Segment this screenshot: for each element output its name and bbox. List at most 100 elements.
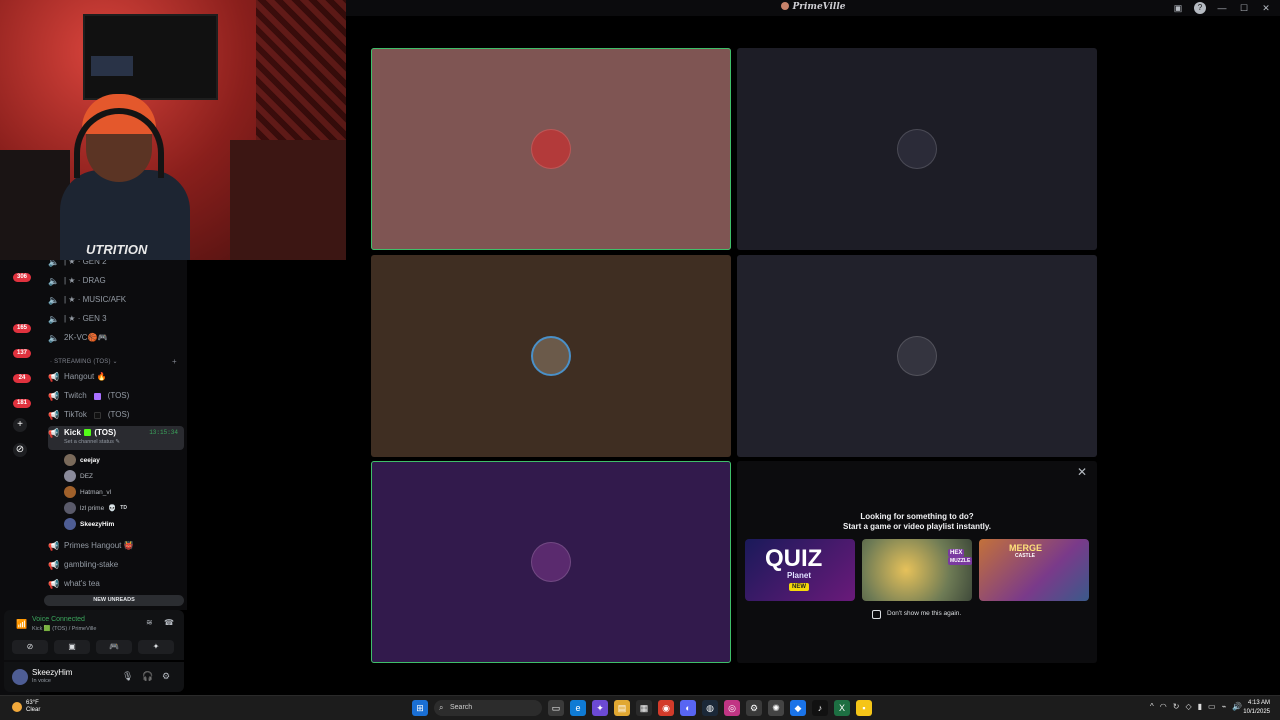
- channel-list: 🔈 | ★ · GEN 2 🔈 | ★ · DRAG 🔈 | ★ · MUSIC/AF…: [40, 260, 187, 610]
- display-icon[interactable]: ▭: [1208, 702, 1216, 711]
- add-server-icon[interactable]: +: [13, 418, 27, 432]
- voice-channel-gen2[interactable]: 🔈 | ★ · GEN 2: [48, 260, 184, 271]
- activity-heading: Looking for something to do?: [860, 512, 974, 521]
- stage-channel-kick-active[interactable]: 📢 Kick (TOS) 13:15:34 Set a channel stat…: [48, 426, 184, 450]
- set-channel-status[interactable]: Set a channel status ✎: [64, 438, 120, 446]
- weather-widget[interactable]: 63°F Clear: [12, 700, 40, 714]
- server-badge-5: 24: [13, 374, 31, 383]
- tiktok-icon[interactable]: ♪: [812, 700, 828, 716]
- user-avatar[interactable]: [12, 669, 28, 685]
- channel-label: what's tea: [64, 579, 100, 588]
- maximize-icon[interactable]: ☐: [1238, 2, 1250, 14]
- activity-button[interactable]: 🎮: [96, 640, 132, 654]
- tile-dez[interactable]: [737, 48, 1097, 250]
- stage-channel-primes-hangout[interactable]: 📢 Primes Hangout 👹: [48, 537, 184, 555]
- excel-icon[interactable]: X: [834, 700, 850, 716]
- avatar: [64, 454, 76, 466]
- windows-start-icon[interactable]: ⊞: [412, 700, 428, 716]
- tile-ceejay[interactable]: [371, 48, 731, 250]
- voice-member-skeezyhim[interactable]: SkeezyHim: [64, 517, 114, 531]
- voice-status[interactable]: Voice Connected: [32, 616, 85, 623]
- member-name: DEZ: [80, 472, 93, 480]
- microphone-icon[interactable]: 🎙: [122, 671, 133, 682]
- inbox-icon[interactable]: ▣: [1172, 2, 1184, 14]
- system-clock[interactable]: 4:13 AM 10/1/2025: [1243, 699, 1270, 717]
- tile-skeezyhim[interactable]: [371, 461, 731, 663]
- stage-channel-tiktok[interactable]: 📢 TikTok (TOS): [48, 406, 184, 424]
- title-bar: PrimeVille ▣ ? — ☐ ✕: [346, 0, 1280, 16]
- stage-channel-twitch[interactable]: 📢 Twitch (TOS): [48, 387, 184, 405]
- avatar: [897, 336, 937, 376]
- disconnect-icon[interactable]: ☎: [164, 618, 174, 627]
- app-icon[interactable]: ◆: [790, 700, 806, 716]
- folder-icon[interactable]: [13, 290, 27, 304]
- discover-icon[interactable]: ⊘: [13, 443, 27, 457]
- discord-icon[interactable]: ◐: [680, 700, 696, 716]
- channel-suffix: (TOS): [107, 410, 130, 419]
- voice-channel-drag[interactable]: 🔈 | ★ · DRAG: [48, 272, 184, 290]
- new-unreads-button[interactable]: NEW UNREADS: [44, 595, 184, 606]
- soundboard-button[interactable]: ✦: [138, 640, 174, 654]
- tile-hatman[interactable]: [371, 255, 731, 457]
- store-icon[interactable]: ▦: [636, 700, 652, 716]
- shield-icon[interactable]: ◇: [1185, 702, 1191, 711]
- screen-share-button[interactable]: ▣: [54, 640, 90, 654]
- voice-member-ceejay[interactable]: ceejay: [64, 453, 100, 467]
- voice-channel-music[interactable]: 🔈 | ★ · MUSIC/AFK: [48, 291, 184, 309]
- edge-icon[interactable]: e: [570, 700, 586, 716]
- dont-show-label[interactable]: Don't show me this again.: [887, 610, 961, 617]
- task-view-icon[interactable]: ▭: [548, 700, 564, 716]
- channel-label: | ★ · MUSIC/AFK: [64, 295, 127, 304]
- sync-icon[interactable]: ↻: [1173, 702, 1180, 711]
- noise-suppression-icon[interactable]: ≋: [146, 618, 153, 627]
- game-card-quiz-planet[interactable]: QUIZ Planet NEW: [745, 539, 855, 601]
- help-icon[interactable]: ?: [1194, 2, 1206, 14]
- shelf: [230, 140, 346, 260]
- mic-tray-icon[interactable]: ▮: [1198, 702, 1202, 711]
- voice-channel-2k[interactable]: 🔈 2K-VC🏀🎮: [48, 329, 184, 347]
- wifi-icon[interactable]: ◠: [1160, 702, 1167, 711]
- voice-member-lzl-prime[interactable]: lzl prime 💀 TD: [64, 501, 127, 515]
- close-icon[interactable]: ✕: [1077, 465, 1087, 479]
- chevron-up-icon[interactable]: ^: [1150, 702, 1154, 711]
- channel-label: TikTok: [64, 410, 87, 419]
- signal-icon[interactable]: 📶: [16, 619, 27, 630]
- stage-channel-hangout[interactable]: 📢 Hangout 🔥: [48, 368, 184, 386]
- volume-icon[interactable]: 🔊: [1232, 702, 1242, 711]
- user-name[interactable]: SkeezyHim: [32, 668, 72, 677]
- copilot-icon[interactable]: ✦: [592, 700, 608, 716]
- stage-channel-gambling[interactable]: 📢 gambling-stake: [48, 556, 184, 574]
- member-name: SkeezyHim: [80, 520, 115, 528]
- steam-icon[interactable]: ◍: [702, 700, 718, 716]
- chrome-icon[interactable]: ◉: [658, 700, 674, 716]
- file-explorer-icon[interactable]: ▤: [614, 700, 630, 716]
- settings-icon[interactable]: ⚙: [746, 700, 762, 716]
- sticky-notes-icon[interactable]: ▪: [856, 700, 872, 716]
- stage-channel-whats-tea[interactable]: 📢 what's tea: [48, 575, 184, 593]
- channel-label: Primes Hangout 👹: [64, 541, 134, 550]
- voice-channel-gen3[interactable]: 🔈 | ★ · GEN 3: [48, 310, 184, 328]
- chatgpt-icon[interactable]: ✺: [768, 700, 784, 716]
- game-title: MERGE: [1009, 543, 1043, 553]
- network-icon[interactable]: ⌁: [1222, 702, 1227, 711]
- minimize-icon[interactable]: —: [1216, 2, 1228, 14]
- voice-member-dez[interactable]: DEZ: [64, 469, 93, 483]
- speaker-icon: 🔈: [48, 314, 60, 324]
- instagram-icon[interactable]: ◎: [724, 700, 740, 716]
- dont-show-checkbox[interactable]: [872, 610, 881, 619]
- activity-subheading: Start a game or video playlist instantly…: [843, 522, 991, 531]
- voice-location[interactable]: Kick 🟩 (TOS) / PrimeVille: [32, 626, 96, 632]
- taskbar-search[interactable]: ⌕ Search: [434, 700, 542, 716]
- add-channel-icon[interactable]: +: [172, 357, 177, 366]
- category-streaming[interactable]: · STREAMING (TOS) ⌄ +: [50, 357, 177, 366]
- camera-off-button[interactable]: ⊘: [12, 640, 48, 654]
- close-icon[interactable]: ✕: [1260, 2, 1272, 14]
- tile-lzl-prime[interactable]: [737, 255, 1097, 457]
- voice-member-hatman[interactable]: Hatman_vl: [64, 485, 111, 499]
- stage-icon: 📢: [48, 372, 60, 382]
- game-card-merge-castle[interactable]: MERGE CASTLE: [979, 539, 1089, 601]
- headphones-icon[interactable]: 🎧: [142, 671, 153, 682]
- user-panel: SkeezyHim In voice 🎙 🎧 ⚙: [4, 662, 184, 692]
- game-card-hex-puzzle[interactable]: HEX MUZZLE: [862, 539, 972, 601]
- settings-gear-icon[interactable]: ⚙: [162, 671, 170, 682]
